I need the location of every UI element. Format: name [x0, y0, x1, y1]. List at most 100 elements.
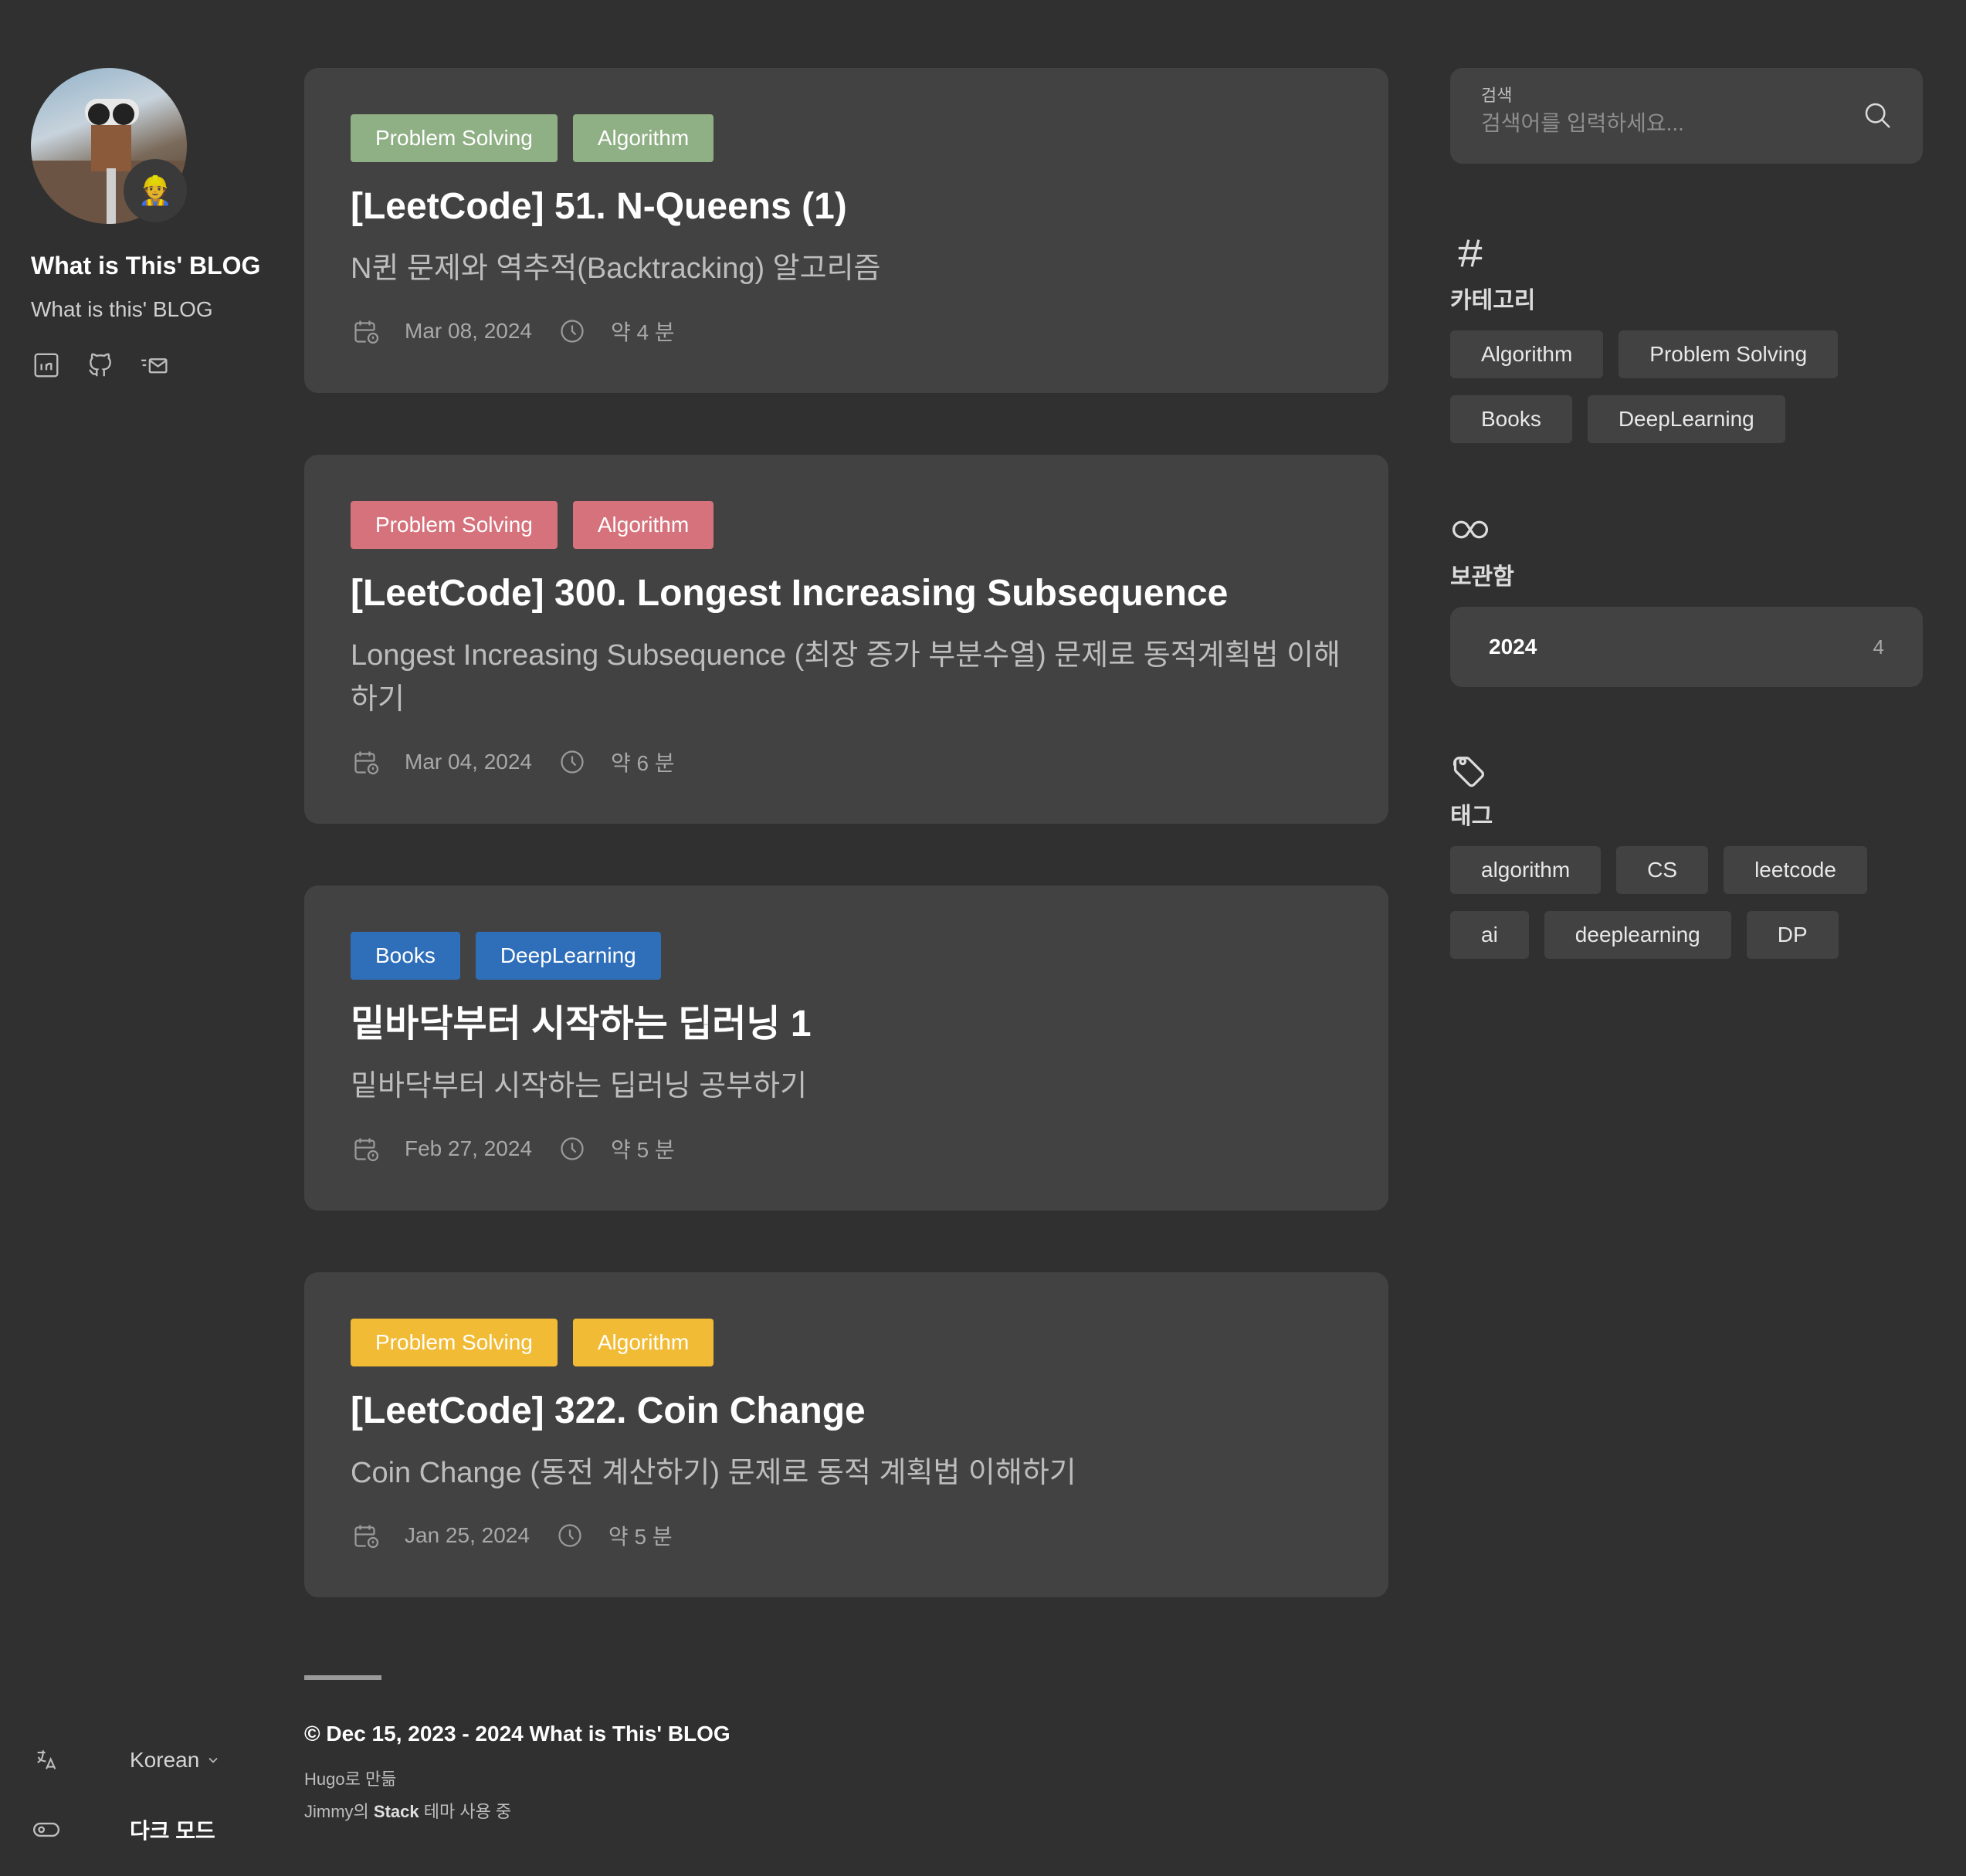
- categories-widget: 카테고리 Algorithm Problem Solving Books Dee…: [1450, 233, 1923, 443]
- language-icon: [31, 1745, 62, 1776]
- calendar-icon: [351, 1133, 381, 1164]
- site-footer: © Dec 15, 2023 - 2024 What is This' BLOG…: [304, 1675, 730, 1828]
- reading-time: 약 6 분: [611, 751, 675, 775]
- calendar-icon: [351, 1520, 381, 1551]
- github-icon[interactable]: [85, 350, 116, 381]
- category-tag[interactable]: DeepLearning: [475, 932, 661, 980]
- left-sidebar-bottom: Korean 다크 모드: [31, 1737, 263, 1876]
- category-tag[interactable]: Problem Solving: [351, 114, 558, 162]
- post-card[interactable]: Problem Solving Algorithm [LeetCode] 300…: [304, 455, 1388, 824]
- avatar-emoji-badge: 👷: [124, 159, 187, 222]
- theme-suffix: 테마 사용 중: [423, 1802, 512, 1821]
- post-card[interactable]: Books DeepLearning 밑바닥부터 시작하는 딥러닝 1 밑바닥부…: [304, 886, 1388, 1211]
- calendar-icon: [351, 747, 381, 777]
- clock-icon: [557, 1133, 588, 1164]
- category-chip[interactable]: Problem Solving: [1619, 330, 1839, 378]
- powered-by: Hugo로 만듦 Jimmy의 Stack 테마 사용 중: [304, 1763, 730, 1828]
- footer-divider: [304, 1675, 381, 1680]
- reading-time: 약 5 분: [608, 1525, 673, 1549]
- language-label[interactable]: Korean: [130, 1748, 199, 1773]
- tag-chip[interactable]: ai: [1450, 911, 1529, 959]
- search-input[interactable]: [1481, 111, 1852, 136]
- post-title[interactable]: 밑바닥부터 시작하는 딥러닝 1: [351, 1001, 1342, 1048]
- post-meta: Jan 25, 2024 약 5 분: [351, 1512, 1342, 1597]
- hash-icon: [1450, 233, 1490, 273]
- post-list: Problem Solving Algorithm [LeetCode] 51.…: [304, 68, 1388, 1659]
- language-selector[interactable]: Korean: [31, 1737, 263, 1783]
- search-form: 검색: [1450, 68, 1923, 164]
- site-name[interactable]: What is This' BLOG: [31, 252, 278, 280]
- search-label: 검색: [1481, 86, 1513, 105]
- post-meta: Mar 08, 2024 약 4 분: [351, 308, 1342, 393]
- tags-title: 태그: [1450, 804, 1493, 829]
- post-date: Jan 25, 2024: [405, 1523, 530, 1547]
- tag-chip[interactable]: CS: [1616, 846, 1709, 894]
- mail-icon[interactable]: [139, 350, 170, 381]
- category-tag[interactable]: Books: [351, 932, 460, 980]
- post-categories: Problem Solving Algorithm: [351, 1319, 1342, 1366]
- tag-chip[interactable]: leetcode: [1724, 846, 1867, 894]
- right-sidebar: 검색 카테고리 Algorithm Problem Solving Books …: [1450, 68, 1923, 959]
- post-meta: Mar 04, 2024 약 6 분: [351, 739, 1342, 824]
- linkedin-icon[interactable]: [31, 350, 62, 381]
- archive-count: 4: [1873, 635, 1884, 659]
- social-links: [31, 350, 278, 381]
- post-title[interactable]: [LeetCode] 51. N-Queens (1): [351, 184, 1342, 230]
- category-list: Algorithm Problem Solving Books DeepLear…: [1450, 330, 1923, 443]
- tag-chip[interactable]: algorithm: [1450, 846, 1602, 894]
- avatar-wrap: 👷: [31, 68, 187, 224]
- theme-prefix[interactable]: Jimmy의: [304, 1802, 369, 1821]
- infinity-icon: [1450, 510, 1490, 550]
- categories-title: 카테고리: [1450, 288, 1536, 313]
- tags-widget: 태그 algorithm CS leetcode ai deeplearning…: [1450, 749, 1923, 959]
- clock-icon: [557, 316, 588, 347]
- search-icon[interactable]: [1861, 99, 1895, 133]
- reading-time: 약 5 분: [611, 1138, 675, 1162]
- post-meta: Feb 27, 2024 약 5 분: [351, 1126, 1342, 1211]
- category-tag[interactable]: Problem Solving: [351, 1319, 558, 1366]
- category-chip[interactable]: Algorithm: [1450, 330, 1604, 378]
- post-categories: Problem Solving Algorithm: [351, 501, 1342, 549]
- post-date: Feb 27, 2024: [405, 1136, 533, 1160]
- category-tag[interactable]: Algorithm: [572, 114, 714, 162]
- category-chip[interactable]: DeepLearning: [1587, 395, 1785, 443]
- post-date: Mar 08, 2024: [405, 319, 532, 343]
- post-subtitle: Longest Increasing Subsequence (최장 증가 부분…: [351, 639, 1341, 716]
- post-categories: Problem Solving Algorithm: [351, 114, 1342, 162]
- tag-chip[interactable]: deeplearning: [1544, 911, 1731, 959]
- tag-chip[interactable]: DP: [1746, 911, 1839, 959]
- post-card[interactable]: Problem Solving Algorithm [LeetCode] 51.…: [304, 68, 1388, 393]
- toggle-icon: [31, 1814, 62, 1845]
- dark-mode-toggle[interactable]: 다크 모드: [31, 1807, 263, 1853]
- site-description: What is this' BLOG: [31, 297, 213, 321]
- post-categories: Books DeepLearning: [351, 932, 1342, 980]
- powered-hugo[interactable]: Hugo로 만듦: [304, 1763, 730, 1796]
- post-subtitle: N퀸 문제와 역추적(Backtracking) 알고리즘: [351, 252, 881, 285]
- copyright: © Dec 15, 2023 - 2024 What is This' BLOG: [304, 1722, 730, 1746]
- tag-icon: [1450, 749, 1490, 789]
- chevron-down-icon[interactable]: [205, 1752, 221, 1768]
- tag-list: algorithm CS leetcode ai deeplearning DP: [1450, 846, 1923, 959]
- calendar-icon: [351, 316, 381, 347]
- post-subtitle: 밑바닥부터 시작하는 딥러닝 공부하기: [351, 1070, 808, 1102]
- theme-credit: Jimmy의 Stack 테마 사용 중: [304, 1796, 730, 1828]
- post-card[interactable]: Problem Solving Algorithm [LeetCode] 322…: [304, 1272, 1388, 1597]
- post-date: Mar 04, 2024: [405, 750, 532, 774]
- clock-icon: [554, 1520, 585, 1551]
- post-title[interactable]: [LeetCode] 322. Coin Change: [351, 1388, 1342, 1434]
- category-chip[interactable]: Books: [1450, 395, 1572, 443]
- post-title[interactable]: [LeetCode] 300. Longest Increasing Subse…: [351, 571, 1342, 617]
- archive-year-link[interactable]: 2024 4: [1450, 607, 1923, 687]
- category-tag[interactable]: Problem Solving: [351, 501, 558, 549]
- post-subtitle: Coin Change (동전 계산하기) 문제로 동적 계획법 이해하기: [351, 1457, 1076, 1489]
- archives-widget: 보관함 2024 4: [1450, 510, 1923, 687]
- left-sidebar: 👷 What is This' BLOG What is this' BLOG: [31, 68, 278, 381]
- archives-title: 보관함: [1450, 564, 1514, 590]
- dark-mode-label[interactable]: 다크 모드: [130, 1814, 215, 1845]
- clock-icon: [557, 747, 588, 777]
- reading-time: 약 4 분: [611, 320, 675, 344]
- category-tag[interactable]: Algorithm: [572, 1319, 714, 1366]
- archive-year: 2024: [1489, 635, 1537, 659]
- theme-name[interactable]: Stack: [374, 1802, 419, 1821]
- category-tag[interactable]: Algorithm: [572, 501, 714, 549]
